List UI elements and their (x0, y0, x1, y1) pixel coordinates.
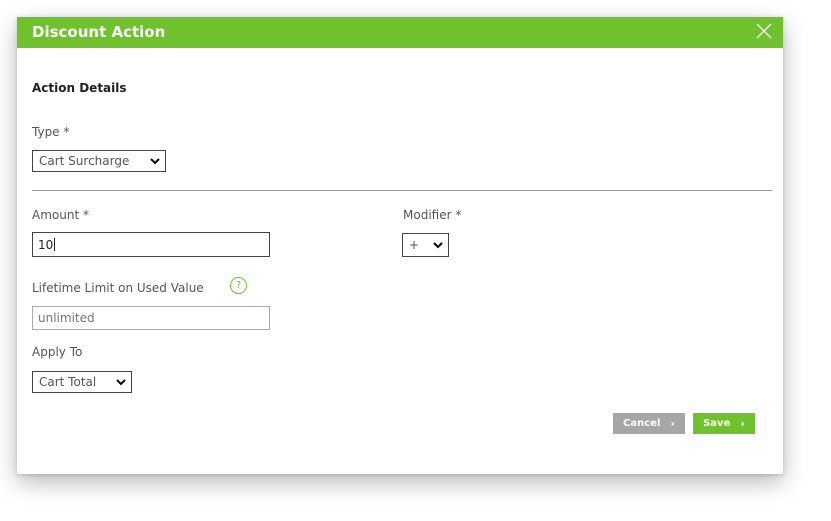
apply-to-select-value: Cart Total (39, 375, 97, 389)
divider (32, 190, 772, 191)
apply-to-select[interactable]: Cart Total (32, 371, 132, 393)
chevron-right-icon: › (670, 417, 675, 430)
type-select-value: Cart Surcharge (39, 154, 130, 168)
amount-input-value: 10 (38, 237, 54, 252)
dialog-titlebar: Discount Action (17, 17, 783, 48)
modifier-select-value: + (409, 238, 420, 252)
apply-to-label: Apply To (32, 345, 83, 359)
amount-label: Amount * (32, 208, 89, 222)
save-button-label: Save (703, 418, 731, 429)
close-icon[interactable] (753, 20, 775, 42)
chevron-down-icon (150, 157, 160, 164)
discount-action-dialog: Discount Action Action Details Type * Ca… (17, 17, 783, 474)
lifetime-limit-label: Lifetime Limit on Used Value (32, 281, 204, 295)
type-select[interactable]: Cart Surcharge (32, 150, 166, 172)
chevron-right-icon: › (740, 417, 745, 430)
save-button[interactable]: Save › (693, 413, 755, 434)
type-label: Type * (32, 125, 70, 139)
modifier-label: Modifier * (403, 208, 462, 222)
lifetime-limit-input[interactable] (32, 306, 270, 330)
cancel-button[interactable]: Cancel › (613, 413, 685, 434)
dialog-title: Discount Action (32, 23, 166, 41)
modifier-select[interactable]: + (402, 233, 449, 257)
section-title: Action Details (32, 81, 127, 95)
chevron-down-icon (433, 241, 443, 248)
cancel-button-label: Cancel (623, 418, 661, 429)
help-icon-glyph: ? (235, 280, 242, 291)
chevron-down-icon (116, 378, 126, 385)
amount-input[interactable]: 10 (32, 232, 270, 257)
help-icon[interactable]: ? (230, 277, 247, 294)
text-cursor (54, 238, 56, 251)
